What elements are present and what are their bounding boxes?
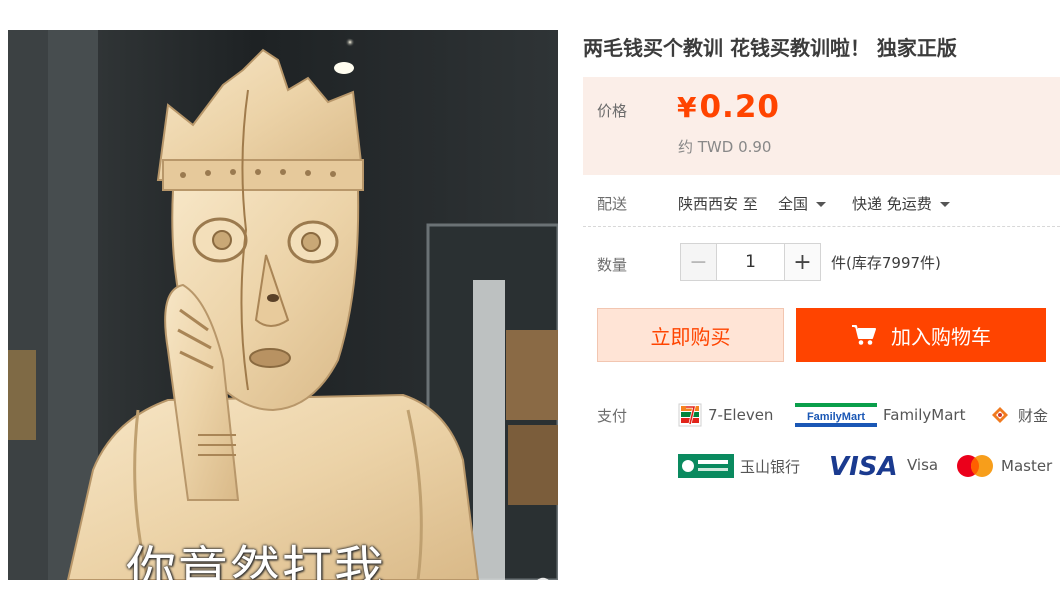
payment-esun: 玉山银行: [678, 454, 800, 478]
price-box: 价格 ¥0.20 约 TWD 0.90: [583, 77, 1060, 175]
mastercard-logo: [957, 455, 993, 477]
delivery-region-select[interactable]: 全国: [778, 193, 827, 214]
payment-mastercard: Master: [955, 454, 1052, 478]
payment-fisc: 财金: [988, 403, 1048, 427]
price-amount: 0.20: [699, 89, 780, 125]
price-label: 价格: [597, 102, 628, 120]
quantity-stepper: − +: [680, 243, 821, 281]
chevron-down-icon: [816, 202, 827, 207]
delivery-origin: 陕西西安 至: [678, 195, 758, 213]
delivery-method-value: 快递 免运费: [852, 195, 932, 213]
product-image[interactable]: 你竟然打我: [8, 30, 558, 580]
add-to-cart-label: 加入购物车: [891, 324, 991, 349]
delivery-method-select[interactable]: 快递 免运费: [852, 193, 950, 214]
payment-name: 玉山银行: [740, 457, 801, 476]
payment-seven-eleven: 7-Eleven: [678, 403, 773, 427]
product-title: 两毛钱买个教训 花钱买教训啦！ 独家正版: [583, 36, 957, 60]
image-caption: 你竟然打我: [126, 541, 386, 580]
quantity-input[interactable]: [717, 244, 784, 280]
chevron-down-icon: [939, 202, 950, 207]
familymart-logo: FamilyMart: [795, 403, 877, 427]
svg-text:FamilyMart: FamilyMart: [807, 411, 865, 423]
statue-photo: [8, 30, 558, 580]
divider: [583, 226, 1060, 227]
fisc-logo: [990, 405, 1010, 425]
price-approx-twd: 约 TWD 0.90: [678, 138, 772, 156]
delivery-region-value: 全国: [778, 195, 809, 213]
esun-bank-logo: [678, 454, 734, 478]
price-value: ¥0.20: [677, 89, 780, 125]
cart-icon: [852, 325, 876, 345]
payment-name: Visa: [907, 456, 939, 474]
payment-visa: VISA Visa: [829, 451, 938, 479]
payment-familymart: FamilyMart FamilyMart: [795, 403, 965, 427]
quantity-decrease-button[interactable]: −: [681, 244, 717, 280]
quantity-label: 数量: [597, 256, 628, 274]
magnifier-icon[interactable]: [532, 575, 558, 580]
add-to-cart-button[interactable]: 加入购物车: [796, 308, 1046, 362]
visa-logo: VISA: [829, 452, 898, 479]
payment-name: FamilyMart: [883, 406, 966, 424]
quantity-increase-button[interactable]: +: [784, 244, 820, 280]
currency-symbol: ¥: [677, 91, 698, 124]
payment-name: 7-Eleven: [708, 406, 774, 424]
delivery-label: 配送: [597, 195, 628, 213]
stock-count: 件(库存7997件): [831, 254, 941, 272]
payment-name: 财金: [1018, 406, 1049, 425]
payment-name: Master: [1001, 457, 1053, 475]
seven-eleven-logo: [678, 403, 702, 427]
payment-label: 支付: [597, 407, 628, 425]
buy-now-button[interactable]: 立即购买: [597, 308, 784, 362]
svg-text:VISA: VISA: [829, 452, 898, 479]
